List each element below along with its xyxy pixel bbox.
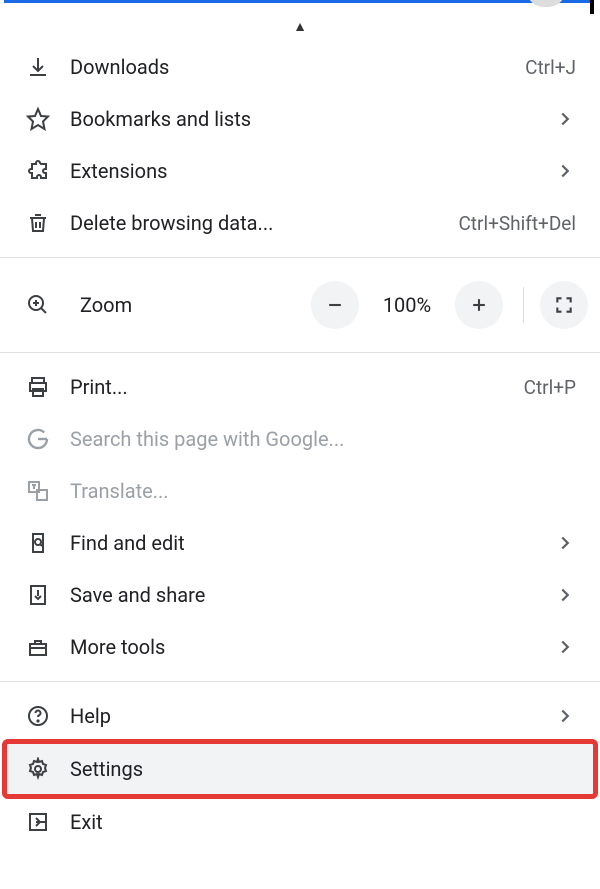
- google-icon: [26, 427, 70, 451]
- search-page-label: Search this page with Google...: [70, 427, 576, 451]
- gear-icon: [26, 757, 70, 781]
- trash-icon: [26, 211, 70, 235]
- zoom-divider: [523, 287, 524, 323]
- save-share-label: Save and share: [70, 583, 554, 607]
- chevron-right-icon: [554, 584, 576, 606]
- help-label: Help: [70, 704, 554, 728]
- exit-label: Exit: [70, 810, 576, 834]
- menu-separator: [0, 352, 600, 353]
- find-edit-label: Find and edit: [70, 531, 554, 555]
- help-icon: [26, 704, 70, 728]
- menu-item-print[interactable]: Print... Ctrl+P: [0, 361, 600, 413]
- find-icon: [26, 531, 70, 555]
- menu-item-find-edit[interactable]: Find and edit: [0, 517, 600, 569]
- zoom-label: Zoom: [80, 293, 301, 317]
- menu-item-delete-browsing-data[interactable]: Delete browsing data... Ctrl+Shift+Del: [0, 197, 600, 249]
- translate-icon: [26, 479, 70, 503]
- save-share-icon: [26, 583, 70, 607]
- zoom-value: 100%: [369, 293, 445, 317]
- star-icon: [26, 107, 70, 131]
- menu-item-translate: Translate...: [0, 465, 600, 517]
- menu-separator: [0, 681, 600, 682]
- menu-item-search-page: Search this page with Google...: [0, 413, 600, 465]
- downloads-label: Downloads: [70, 55, 525, 79]
- chevron-right-icon: [554, 108, 576, 130]
- menu-item-help[interactable]: Help: [0, 690, 600, 742]
- downloads-shortcut: Ctrl+J: [525, 56, 576, 79]
- menu-item-exit[interactable]: Exit: [0, 796, 600, 848]
- zoom-in-button[interactable]: [455, 281, 503, 329]
- extensions-label: Extensions: [70, 159, 554, 183]
- delete-label: Delete browsing data...: [70, 211, 458, 235]
- bookmarks-label: Bookmarks and lists: [70, 107, 554, 131]
- more-tools-label: More tools: [70, 635, 554, 659]
- zoom-icon: [26, 293, 70, 317]
- download-icon: [26, 55, 70, 79]
- delete-shortcut: Ctrl+Shift+Del: [458, 212, 576, 235]
- chevron-right-icon: [554, 705, 576, 727]
- menu-item-downloads[interactable]: Downloads Ctrl+J: [0, 41, 600, 93]
- extensions-icon: [26, 159, 70, 183]
- toolbox-icon: [26, 635, 70, 659]
- chevron-right-icon: [554, 160, 576, 182]
- menu-item-more-tools[interactable]: More tools: [0, 621, 600, 673]
- settings-label: Settings: [70, 757, 576, 781]
- menu-item-bookmarks[interactable]: Bookmarks and lists: [0, 93, 600, 145]
- chevron-right-icon: [554, 636, 576, 658]
- exit-icon: [26, 810, 70, 834]
- menu-item-save-share[interactable]: Save and share: [0, 569, 600, 621]
- chrome-main-menu: ▲ Downloads Ctrl+J Bookmarks and lists E…: [0, 8, 600, 848]
- chevron-right-icon: [554, 532, 576, 554]
- menu-item-extensions[interactable]: Extensions: [0, 145, 600, 197]
- print-label: Print...: [70, 375, 524, 399]
- menu-item-settings[interactable]: Settings: [6, 743, 594, 795]
- scroll-up-arrow[interactable]: ▲: [0, 8, 600, 41]
- print-icon: [26, 375, 70, 399]
- menu-separator: [0, 257, 600, 258]
- avatar-partial: [526, 0, 566, 7]
- print-shortcut: Ctrl+P: [524, 376, 576, 399]
- fullscreen-button[interactable]: [540, 281, 588, 329]
- translate-label: Translate...: [70, 479, 576, 503]
- menu-item-zoom: Zoom 100%: [0, 266, 600, 344]
- zoom-out-button[interactable]: [311, 281, 359, 329]
